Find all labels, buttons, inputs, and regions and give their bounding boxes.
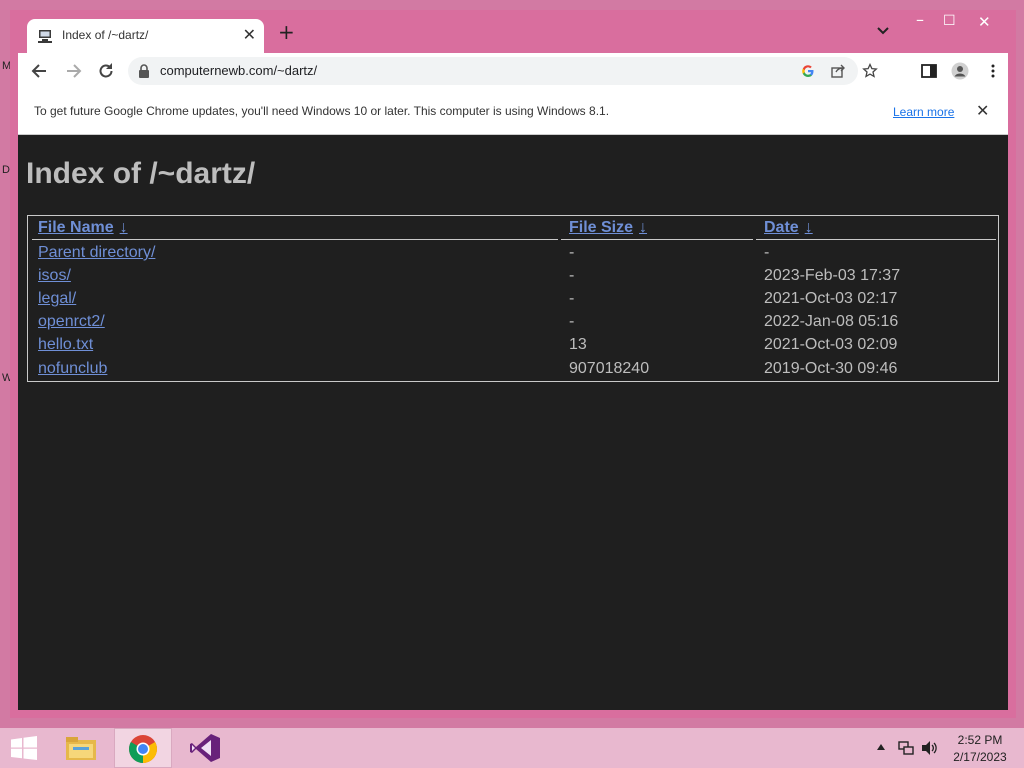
sort-arrow-icon[interactable]: ↓ bbox=[120, 219, 128, 236]
file-size: - bbox=[569, 267, 575, 284]
file-name-link[interactable]: openrct2/ bbox=[38, 313, 105, 331]
bookmark-star-icon[interactable] bbox=[862, 63, 878, 79]
update-infobar: To get future Google Chrome updates, you… bbox=[18, 90, 1008, 135]
page-title: Index of /~dartz/ bbox=[26, 157, 256, 190]
file-date: - bbox=[764, 244, 770, 261]
visual-studio-icon[interactable] bbox=[189, 733, 221, 763]
header-divider bbox=[32, 239, 558, 240]
file-size: 907018240 bbox=[569, 360, 650, 377]
browser-toolbar: computernewb.com/~dartz/ bbox=[18, 53, 1008, 90]
table-row: Parent directory/ - - bbox=[28, 244, 998, 267]
taskbar-app[interactable] bbox=[52, 728, 110, 768]
network-icon[interactable] bbox=[898, 740, 914, 756]
chrome-icon[interactable] bbox=[128, 734, 158, 764]
profile-avatar-icon[interactable] bbox=[951, 62, 969, 80]
tab-search-chevron-icon[interactable] bbox=[876, 26, 890, 36]
taskbar-app[interactable] bbox=[114, 728, 172, 768]
maximize-button[interactable]: ☐ bbox=[943, 13, 956, 29]
file-size: - bbox=[569, 244, 575, 261]
file-name-link[interactable]: nofunclub bbox=[38, 360, 107, 378]
clock-time: 2:52 PM bbox=[957, 733, 1003, 747]
file-name-link[interactable]: Parent directory/ bbox=[38, 244, 155, 262]
table-row: openrct2/ - 2022-Jan-08 05:16 bbox=[28, 313, 998, 336]
header-divider bbox=[756, 239, 996, 240]
share-icon[interactable] bbox=[830, 63, 846, 79]
google-icon[interactable] bbox=[800, 63, 816, 79]
file-listing-table: File Name ↓ File Size ↓ Date ↓ Parent direc… bbox=[27, 215, 999, 382]
header-divider bbox=[561, 239, 753, 240]
table-row: nofunclub 907018240 2019-Oct-30 09:46 bbox=[28, 360, 998, 383]
file-date: 2021-Oct-03 02:17 bbox=[764, 290, 898, 307]
sort-arrow-icon[interactable]: ↓ bbox=[639, 219, 647, 236]
browser-window: Index of /~dartz/ ✕ + – ☐ ✕ computernewb… bbox=[10, 10, 1016, 718]
desktop-label-fragment: D bbox=[2, 164, 10, 176]
reload-icon[interactable] bbox=[96, 61, 116, 81]
taskbar-clock[interactable]: 2:52 PM 2/17/2023 bbox=[948, 732, 1012, 766]
taskbar: 2:52 PM 2/17/2023 bbox=[0, 728, 1024, 768]
file-date: 2019-Oct-30 09:46 bbox=[764, 360, 898, 377]
forward-arrow-icon[interactable] bbox=[63, 61, 83, 81]
address-bar[interactable]: computernewb.com/~dartz/ bbox=[128, 57, 878, 85]
file-size: 13 bbox=[569, 336, 587, 353]
file-name-link[interactable]: isos/ bbox=[38, 267, 71, 285]
tab-title: Index of /~dartz/ bbox=[62, 28, 149, 42]
infobar-message: To get future Google Chrome updates, you… bbox=[34, 104, 610, 118]
table-row: legal/ - 2021-Oct-03 02:17 bbox=[28, 290, 998, 313]
page-content: Index of /~dartz/ File Name ↓ File Size ↓ … bbox=[18, 135, 1008, 710]
windows-start-icon[interactable] bbox=[10, 736, 38, 760]
file-name-link[interactable]: hello.txt bbox=[38, 336, 93, 354]
url-text[interactable]: computernewb.com/~dartz/ bbox=[160, 63, 317, 78]
table-row: isos/ - 2023-Feb-03 17:37 bbox=[28, 267, 998, 290]
new-tab-button[interactable]: + bbox=[278, 22, 295, 42]
infobar-close-icon[interactable]: ✕ bbox=[976, 101, 989, 120]
file-explorer-icon[interactable] bbox=[65, 735, 97, 761]
close-window-button[interactable]: ✕ bbox=[978, 13, 991, 31]
menu-kebab-icon[interactable] bbox=[984, 62, 1002, 80]
browser-tab[interactable]: Index of /~dartz/ ✕ bbox=[27, 19, 264, 53]
column-header-file-name[interactable]: File Name ↓ bbox=[38, 219, 128, 237]
back-arrow-icon[interactable] bbox=[30, 61, 50, 81]
title-bar[interactable]: Index of /~dartz/ ✕ + – ☐ ✕ bbox=[10, 10, 1016, 53]
file-date: 2022-Jan-08 05:16 bbox=[764, 313, 899, 330]
learn-more-link[interactable]: Learn more bbox=[893, 105, 954, 119]
clock-date: 2/17/2023 bbox=[953, 750, 1007, 764]
table-row: hello.txt 13 2021-Oct-03 02:09 bbox=[28, 336, 998, 359]
tab-close-icon[interactable]: ✕ bbox=[243, 25, 256, 44]
file-name-link[interactable]: legal/ bbox=[38, 290, 76, 308]
show-hidden-icons-icon[interactable] bbox=[877, 744, 885, 750]
side-panel-icon[interactable] bbox=[920, 62, 938, 80]
file-date: 2021-Oct-03 02:09 bbox=[764, 336, 898, 353]
file-size: - bbox=[569, 313, 575, 330]
sort-arrow-icon[interactable]: ↓ bbox=[805, 219, 813, 236]
file-date: 2023-Feb-03 17:37 bbox=[764, 267, 901, 284]
file-size: - bbox=[569, 290, 575, 307]
minimize-button[interactable]: – bbox=[916, 10, 924, 29]
volume-icon[interactable] bbox=[921, 740, 937, 756]
computer-favicon-icon bbox=[38, 30, 52, 43]
lock-icon[interactable] bbox=[138, 64, 150, 78]
taskbar-app[interactable] bbox=[176, 728, 234, 768]
column-header-file-size[interactable]: File Size ↓ bbox=[569, 219, 647, 237]
column-header-date[interactable]: Date ↓ bbox=[764, 219, 813, 237]
